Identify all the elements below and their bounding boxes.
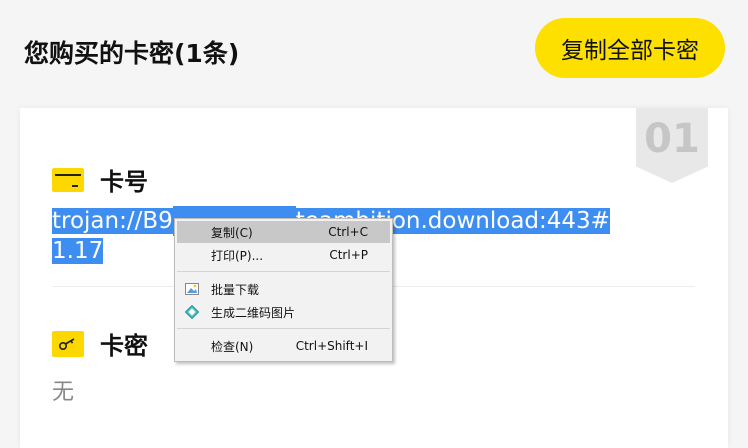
menu-item-label: 生成二维码图片 (211, 305, 296, 320)
menu-item-label: 打印(P)... (211, 248, 264, 263)
card-number-label: 卡号 (100, 168, 148, 196)
menu-item-label: 批量下载 (211, 282, 260, 297)
menu-item-label: 检查(N) (211, 339, 254, 354)
menu-item-label: 复制(C) (211, 225, 253, 240)
menu-item-inspect[interactable]: 检查(N) Ctrl+Shift+I (177, 335, 390, 357)
card-number-line2: 1.17 (52, 238, 104, 264)
context-menu: 复制(C) Ctrl+C 打印(P)... Ctrl+P 批量下载 生成二维码图… (174, 218, 393, 362)
key-icon (52, 330, 84, 357)
copy-all-button[interactable]: 复制全部卡密 (535, 18, 725, 78)
menu-item-shortcut: Ctrl+C (328, 225, 368, 239)
qr-diamond-icon (185, 305, 199, 319)
card-number-heading: 卡号 (52, 162, 148, 197)
menu-item-print[interactable]: 打印(P)... Ctrl+P (177, 244, 390, 266)
menu-item-batch-download[interactable]: 批量下载 (177, 278, 390, 300)
card-secret-value: 无 (52, 380, 75, 405)
image-download-icon (185, 283, 199, 295)
page-header: 您购买的卡密(1条) 复制全部卡密 (0, 0, 748, 100)
menu-separator (177, 271, 390, 272)
card-number-start: trojan://B9 (52, 208, 173, 234)
index-badge: 01 (636, 108, 708, 183)
credit-card-icon (52, 167, 84, 192)
card-secret-heading: 卡密 (52, 326, 148, 361)
menu-item-generate-qr[interactable]: 生成二维码图片 (177, 301, 390, 323)
page-title: 您购买的卡密(1条) (24, 39, 240, 68)
menu-separator (177, 328, 390, 329)
menu-item-copy[interactable]: 复制(C) Ctrl+C (177, 221, 390, 243)
menu-item-shortcut: Ctrl+P (329, 248, 368, 262)
card-secret-label: 卡密 (100, 332, 148, 360)
menu-item-shortcut: Ctrl+Shift+I (295, 339, 368, 353)
